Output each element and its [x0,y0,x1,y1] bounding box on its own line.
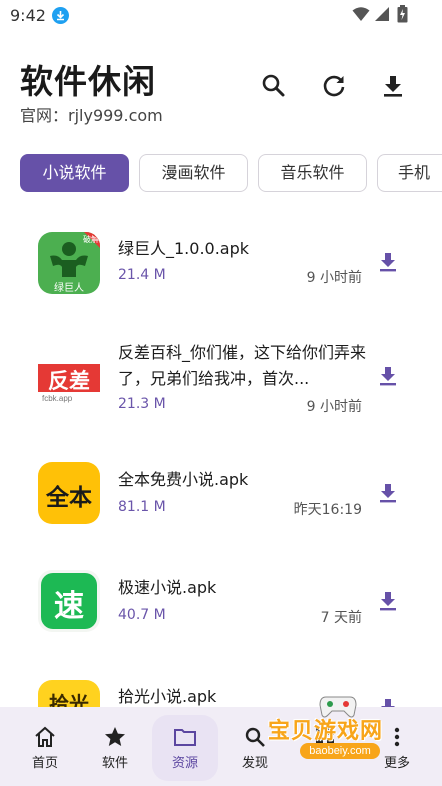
download-all-button[interactable] [377,70,409,102]
download-icon[interactable] [376,481,400,505]
nav-home[interactable]: 首页 [10,707,80,786]
home-icon [35,726,55,747]
file-size: 40.7 M [118,607,166,623]
app-thumbnail: 拾光 [38,680,100,707]
chip-music-apps[interactable]: 音乐软件 [258,154,367,192]
app-thumbnail: 破解 绿巨人 [38,232,100,294]
thumb-label: 反差 [48,369,90,393]
thumb-sub: fcbk.app [42,394,73,403]
download-icon[interactable] [376,364,400,388]
thumb-label: 绿巨人 [54,283,84,294]
file-time: 7 天前 [320,610,362,626]
chip-comic-apps[interactable]: 漫画软件 [139,154,248,192]
folder-icon [174,729,196,746]
app-thumbnail: 反差 fcbk.app [38,348,100,410]
status-time: 9:42 [10,6,46,25]
file-size: 21.3 M [118,396,166,412]
chip-novel-apps[interactable]: 小说软件 [20,154,129,192]
file-name: 反差百科_你们催，这下给你们弄来了，兄弟们给我冲，首次... [118,343,367,388]
page-subtitle: 官网：rjly999.com [20,106,163,125]
watermark-url: baobeiy.com [300,743,380,759]
nav-label: 首页 [31,756,58,771]
page-title: 软件休闲 [20,62,156,101]
battery-charging-icon [397,5,408,23]
watermark-text: 宝贝游戏网 [268,719,384,744]
file-size: 81.1 M [118,499,166,515]
file-time: 昨天16:19 [293,502,362,518]
nav-resources[interactable]: 资源 [150,707,220,786]
file-name: 全本免费小说.apk [118,470,249,489]
watermark: 宝贝游戏网 baobeiy.com [268,693,418,775]
nav-label: 资源 [171,756,198,771]
thumb-label: 全本 [46,485,92,511]
download-icon[interactable] [376,250,400,274]
search-icon [262,74,285,97]
app-thumbnail: 速 [38,570,100,632]
status-bar: 9:42 [0,0,442,32]
file-time: 9 小时前 [306,399,362,415]
refresh-button[interactable] [318,70,350,102]
thumb-label: 速 [54,589,84,624]
file-time: 9 小时前 [306,270,362,286]
file-size: 21.4 M [118,267,166,283]
refresh-icon [323,75,345,97]
thumb-badge: 破解 [83,235,99,244]
thumb-label: 拾光 [49,692,89,707]
download-icon[interactable] [376,589,400,613]
chip-phone[interactable]: 手机 [377,154,442,192]
star-icon [105,727,125,746]
category-chips: 小说软件 漫画软件 音乐软件 手机 [20,154,442,192]
nav-label: 软件 [101,756,128,771]
list-item[interactable]: 全本 全本免费小说.apk 81.1 M 昨天16:19 [0,440,442,550]
list-item[interactable]: 反差 fcbk.app 反差百科_你们催，这下给你们弄来了，兄弟们给我冲，首次.… [0,326,442,436]
signal-icon [375,7,389,21]
list-item[interactable]: 破解 绿巨人 绿巨人_1.0.0.apk 21.4 M 9 小时前 [0,208,442,318]
file-name: 极速小说.apk [118,578,217,597]
search-icon [245,727,265,747]
list-item[interactable]: 速 极速小说.apk 40.7 M 7 天前 [0,548,442,658]
file-name: 绿巨人_1.0.0.apk [118,239,250,258]
nav-software[interactable]: 软件 [80,707,150,786]
app-thumbnail: 全本 [38,462,100,524]
search-button[interactable] [258,70,290,102]
download-icon [384,76,402,97]
download-notification-icon [52,7,69,24]
wifi-icon [352,7,370,21]
